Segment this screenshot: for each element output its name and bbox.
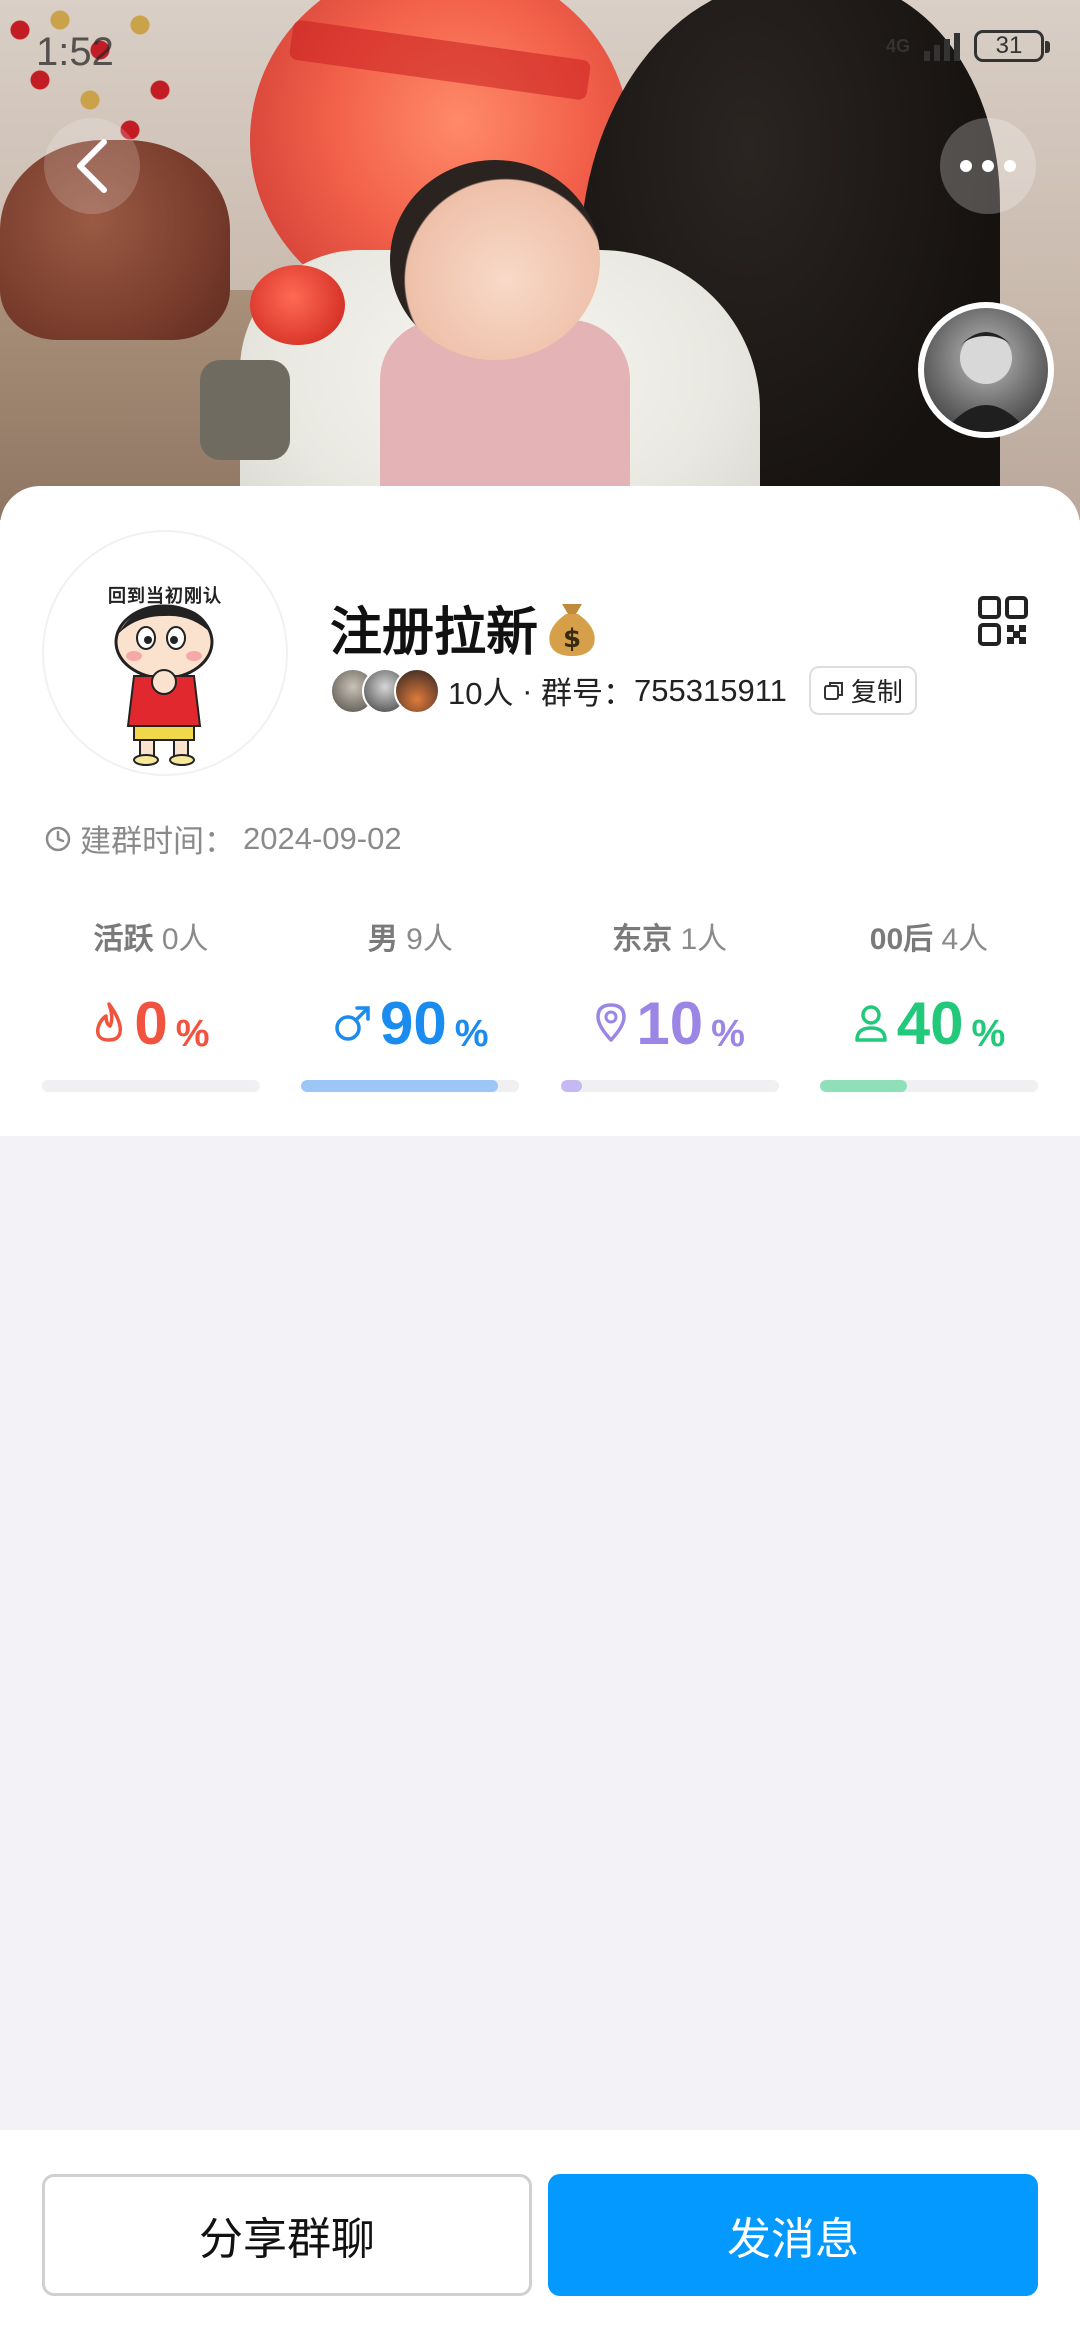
- stat-label: 东京 1人: [612, 923, 728, 956]
- stat-active[interactable]: 活跃 0人 0 %: [42, 914, 260, 1092]
- chevron-left-icon: [77, 139, 107, 193]
- more-horizontal-icon: [960, 160, 1016, 172]
- clock-icon: [45, 826, 71, 851]
- battery-level: 31: [995, 32, 1023, 59]
- member-avatars[interactable]: [330, 667, 440, 714]
- stat-label: 男 9人: [367, 923, 453, 956]
- group-name-text: 注册拉新: [330, 604, 539, 662]
- bottom-action-bar: 分享群聊 发消息: [0, 2130, 1080, 2340]
- group-avatar[interactable]: 回到当初刚认: [42, 530, 288, 776]
- stat-label: 活跃 0人: [93, 923, 209, 956]
- group-name: 注册拉新 $: [330, 590, 600, 665]
- created-label: 建群时间：: [80, 824, 235, 859]
- created-time-row: 建群时间： 2024-09-02: [44, 816, 402, 861]
- qr-code-icon[interactable]: [978, 596, 1028, 646]
- stat-label: 00后 4人: [869, 923, 989, 956]
- stat-progress-bar: [560, 1080, 779, 1092]
- owner-avatar-image: [944, 332, 1028, 432]
- stat-progress-fill: [819, 1080, 908, 1092]
- group-id: 755315911: [634, 672, 787, 708]
- network-type: 4G: [885, 36, 910, 56]
- stat-value: 90 %: [332, 984, 489, 1054]
- location-pin-icon: [596, 1003, 627, 1042]
- group-info-card: 回到当初刚认 注册拉新 $ 10人 · 群号： 755315911 复制 建群时…: [0, 486, 1080, 1136]
- money-bag-icon: $: [544, 598, 600, 658]
- stat-location[interactable]: 东京 1人 10 %: [560, 914, 779, 1092]
- stat-age[interactable]: 00后 4人 40 %: [819, 914, 1038, 1092]
- flame-icon: [96, 1002, 123, 1042]
- stats-row: 活跃 0人 0 % 男 9人 90 % 东京 1人 10 % 00后 4人 40…: [42, 914, 1038, 1092]
- status-icons: 4G 31: [885, 30, 1050, 62]
- stat-progress-bar: [819, 1080, 1038, 1092]
- stat-value: 10 %: [594, 984, 745, 1054]
- send-message-button[interactable]: 发消息: [548, 2174, 1038, 2296]
- signal-icon: [924, 31, 960, 61]
- more-button[interactable]: [940, 118, 1036, 214]
- stat-value: 0 %: [92, 984, 210, 1054]
- avatar-caption: 回到当初刚认: [108, 586, 222, 606]
- person-icon: [854, 1005, 887, 1042]
- share-group-button[interactable]: 分享群聊: [42, 2174, 532, 2296]
- stat-progress-fill: [301, 1080, 498, 1092]
- stat-gender[interactable]: 男 9人 90 %: [301, 914, 520, 1092]
- male-icon: [335, 1006, 370, 1041]
- created-date: 2024-09-02: [243, 820, 402, 856]
- stat-progress-fill: [560, 1080, 583, 1092]
- battery-icon: 31: [974, 30, 1050, 62]
- meta-separator: ·: [513, 672, 542, 708]
- cover-image: [0, 0, 1080, 520]
- group-id-label: 群号：: [541, 676, 635, 711]
- status-time: 1:52: [36, 30, 114, 74]
- cartoon-boy-image: [114, 604, 214, 766]
- stat-value: 40 %: [853, 984, 1005, 1054]
- svg-text:$: $: [563, 624, 581, 654]
- stat-progress-bar: [42, 1080, 260, 1092]
- copy-icon: [823, 681, 843, 700]
- group-meta-row: 10人 · 群号： 755315911 复制: [330, 666, 917, 715]
- stat-progress-bar: [301, 1080, 520, 1092]
- member-count: 10人: [448, 676, 514, 711]
- copy-button[interactable]: 复制: [808, 666, 917, 715]
- owner-avatar[interactable]: [918, 302, 1054, 438]
- back-button[interactable]: [44, 118, 140, 214]
- copy-label: 复制: [850, 677, 903, 707]
